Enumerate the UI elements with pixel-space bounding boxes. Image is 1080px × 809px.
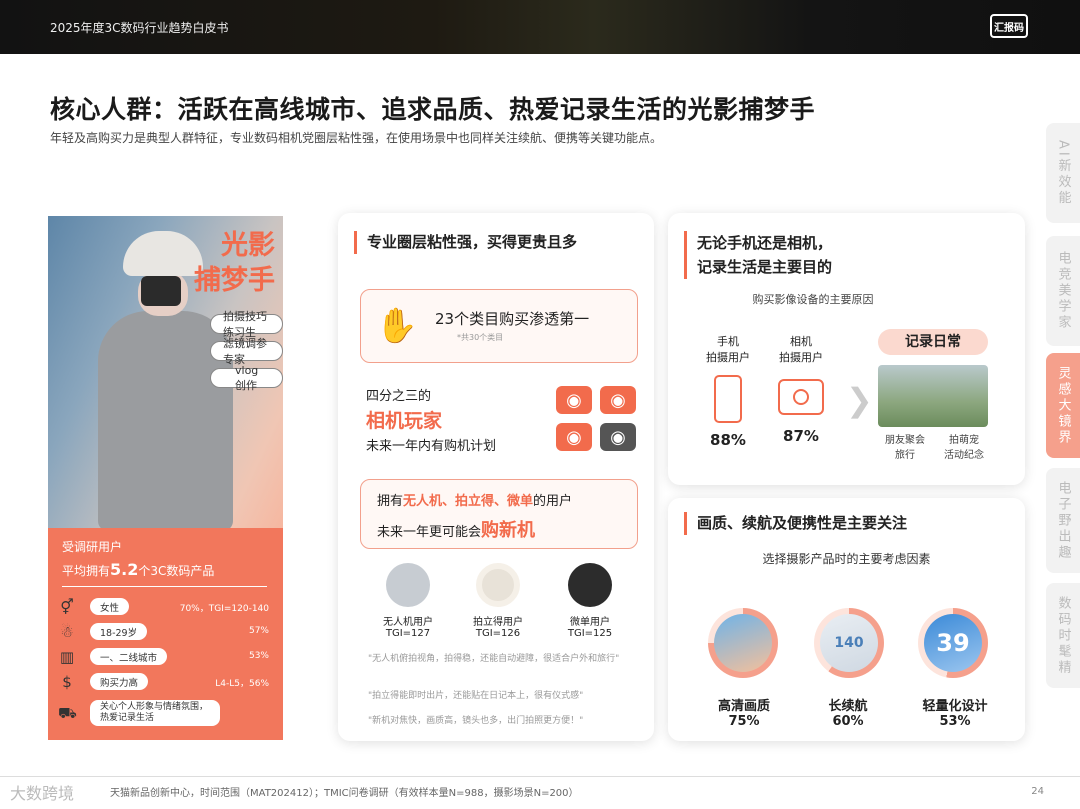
lightweight-icon: 39 <box>918 608 988 678</box>
stat-row: ⛟ 关心个人形象与情绪氛围，热爱记录生活 <box>58 698 273 728</box>
drone-icon <box>386 563 430 607</box>
card-heading: 画质、续航及便携性是主要关注 <box>684 512 907 535</box>
page-subtitle: 年轻及高购买力是典型人群特征，专业数码相机党圈层粘性强，在使用场景中也同样关注续… <box>50 131 663 145</box>
person-icon: ☃ <box>60 623 74 641</box>
product-mirrorless: 微单用户 TGI=125 <box>560 563 620 639</box>
mirrorless-camera-icon <box>568 563 612 607</box>
tab-outdoor[interactable]: 电子野出趣 <box>1046 468 1080 573</box>
camera-icon: ◉ <box>600 386 636 414</box>
card-key-factors: 画质、续航及便携性是主要关注 选择摄影产品时的主要考虑因素 高清画质 75% 长续… <box>668 498 1025 741</box>
card-record-life: 无论手机还是相机， 记录生活是主要目的 购买影像设备的主要原因 手机 拍摄用户 … <box>668 213 1025 485</box>
persona-tag: 滤镜调参专家 <box>210 337 283 366</box>
gender-icon: ⚥ <box>60 598 74 616</box>
tab-fashion[interactable]: 数码时髦精 <box>1046 583 1080 688</box>
persona-title: 光影 捕梦手 <box>194 230 275 297</box>
device-phone: 手机 拍摄用户 88% <box>706 335 750 449</box>
card-heading: 专业圈层粘性强，买得更贵且多 <box>354 231 577 254</box>
device-camera: 相机 拍摄用户 87% <box>778 335 824 445</box>
camera-icon: ◉ <box>600 423 636 451</box>
report-title: 2025年度3C数码行业趋势白皮书 <box>50 21 229 35</box>
camera-icon <box>778 379 824 415</box>
tab-ai[interactable]: AI新效能 <box>1046 123 1080 223</box>
user-quote: "新机对焦快，画质高，镜头也多，出门拍照更方便！" <box>368 716 584 726</box>
camera-icon: ◉ <box>556 423 592 451</box>
persona-tag: vlog创作 <box>210 364 283 392</box>
top-banner: 2025年度3C数码行业趋势白皮书 汇报码 <box>0 0 1080 54</box>
card-circle-loyalty: 专业圈层粘性强，买得更贵且多 ✋ 23个类目购买渗透第一 *共30个类目 四分之… <box>338 213 654 741</box>
tab-esports[interactable]: 电竞美学家 <box>1046 236 1080 346</box>
page-title: 核心人群：活跃在高线城市、追求品质、热爱记录生活的光影捕梦手 <box>50 95 816 124</box>
cart-icon: ⛟ <box>58 704 77 722</box>
battery-icon: 140 <box>814 608 884 678</box>
arrow-right-icon: ❯ <box>846 381 873 419</box>
city-icon: ▥ <box>59 648 75 666</box>
instant-camera-icon <box>476 563 520 607</box>
hand-box-icon: ✋ <box>375 306 419 346</box>
product-drone: 无人机用户 TGI=127 <box>378 563 438 639</box>
record-daily-badge: 记录日常 <box>878 329 988 355</box>
card-heading: 无论手机还是相机， 记录生活是主要目的 <box>684 231 832 279</box>
user-quote: "无人机俯拍视角，拍得稳，还能自动避障，很适合户外和旅行" <box>368 654 620 664</box>
stat-row: ⚥ 女性 70%，TGI=120-140 <box>58 596 273 618</box>
persona-photo: 光影 捕梦手 拍摄技巧练习生 滤镜调参专家 vlog创作 <box>48 216 283 528</box>
photo-quality-icon <box>708 608 778 678</box>
persona-tag: 拍摄技巧练习生 <box>210 310 283 339</box>
photo-moment <box>878 365 988 427</box>
money-icon: $ <box>62 673 72 691</box>
camera-icon <box>141 276 181 306</box>
stat-row: ☃ 18-29岁 57% <box>58 621 273 643</box>
stat-row: $ 购买力高 L4-L5，56% <box>58 671 273 693</box>
persona-panel: 光影 捕梦手 拍摄技巧练习生 滤镜调参专家 vlog创作 受调研用户 平均拥有5… <box>48 216 283 740</box>
product-instant: 拍立得用户 TGI=126 <box>468 563 528 639</box>
user-quote: "拍立得能即时出片，还能贴在日记本上，很有仪式感" <box>368 691 584 701</box>
tab-inspiration[interactable]: 灵感大镜界 <box>1046 353 1080 458</box>
page-number: 24 <box>1031 786 1044 797</box>
stat-row: ▥ 一、二线城市 53% <box>59 648 269 666</box>
category-box: ✋ 23个类目购买渗透第一 *共30个类目 <box>360 289 638 363</box>
phone-icon <box>714 375 742 423</box>
persona-stats: 受调研用户 平均拥有5.2个3C数码产品 ⚥ 女性 70%，TGI=120-14… <box>48 528 283 740</box>
camera-players-text: 四分之三的 相机玩家 未来一年内有购机计划 <box>366 389 497 454</box>
stats-heading: 受调研用户 平均拥有5.2个3C数码产品 <box>62 540 215 580</box>
source-note: 天猫新品创新中心，时间范围（MAT202412）；TMIC问卷调研（有效样本量N… <box>110 788 579 799</box>
new-purchase-box: 拥有无人机、拍立得、微单的用户 未来一年更可能会购新机 <box>360 479 638 549</box>
camera-icon: ◉ <box>556 386 592 414</box>
watermark: 大数跨境 <box>10 784 75 803</box>
brand-logo: 汇报码 <box>990 14 1028 38</box>
